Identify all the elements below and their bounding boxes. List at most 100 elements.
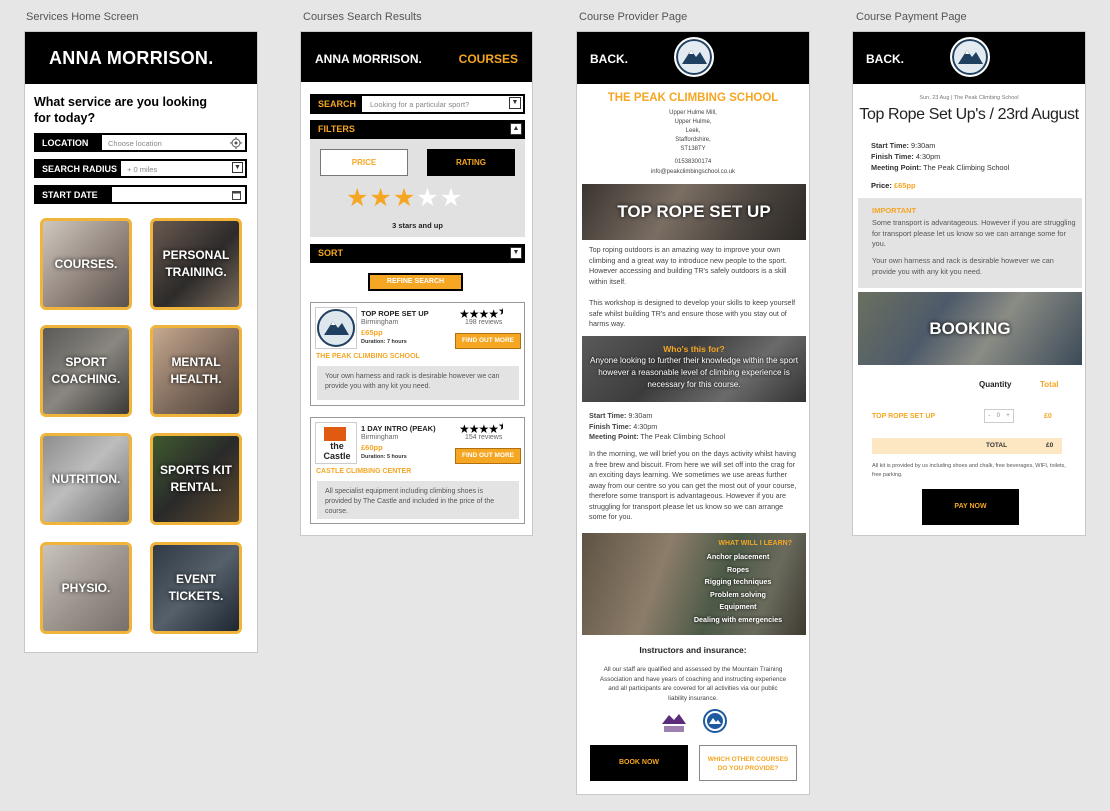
chevron-down-icon[interactable]: ▼ xyxy=(510,247,522,259)
important-text-2: Your own harness and rack is desirable h… xyxy=(872,256,1054,276)
back-button[interactable]: BACK. xyxy=(590,52,628,66)
tile-courses[interactable]: COURSES. xyxy=(40,218,132,310)
caption-payment: Course Payment Page xyxy=(856,11,967,23)
instructors-title: Instructors and insurance: xyxy=(639,645,747,655)
star-icon[interactable]: ★ xyxy=(346,184,369,212)
result-note: Your own harness and rack is desirable h… xyxy=(317,366,519,400)
breadcrumb: Sun, 23 Aug | The Peak Climbing School xyxy=(919,95,1019,101)
quantity-value: 0 xyxy=(996,413,1000,419)
tile-sport-coaching[interactable]: SPORT COACHING. xyxy=(40,325,132,417)
star-icon[interactable]: ★ xyxy=(416,184,439,212)
course-banner: TOP ROPE SET UP xyxy=(582,184,806,240)
rating-stars[interactable]: ★★★★★ xyxy=(346,185,463,211)
tile-personal-training[interactable]: PERSONAL TRAINING. xyxy=(150,218,242,310)
who-title: Who's this for? xyxy=(663,344,725,354)
chevron-down-icon[interactable]: ▼ xyxy=(509,97,521,109)
header-bar: ANNA MORRISON. COURSES xyxy=(301,32,532,82)
review-count: 154 reviews xyxy=(465,434,503,441)
schedule: Start Time: 9:30am Finish Time: 4:30pm M… xyxy=(871,141,1010,172)
location-input[interactable]: Choose location xyxy=(102,135,245,150)
brand-title[interactable]: ANNA MORRISON. xyxy=(315,52,422,82)
price-filter-button[interactable]: PRICE xyxy=(320,149,408,176)
star-icon[interactable]: ★ xyxy=(369,184,392,212)
chevron-down-icon[interactable]: ▼ xyxy=(232,162,243,173)
grand-total-row: TOTAL £0 xyxy=(872,438,1062,454)
star-icon[interactable]: ★ xyxy=(393,184,416,212)
caption-search: Courses Search Results xyxy=(303,11,422,23)
refine-search-button[interactable]: REFINE SEARCH xyxy=(368,273,463,291)
school-phone[interactable]: 01538300174 xyxy=(577,159,809,165)
result-duration: Duration: 5 hours xyxy=(361,454,407,460)
learn-list: Anchor placement Ropes Rigging techniques P… xyxy=(693,552,783,624)
tile-physio[interactable]: PHYSIO. xyxy=(40,542,132,634)
caption-home: Services Home Screen xyxy=(26,11,139,23)
tile-label: PERSONAL TRAINING. xyxy=(162,248,230,279)
castle-logo: the Castle xyxy=(315,422,357,464)
chevron-up-icon[interactable]: ▲ xyxy=(510,123,522,135)
sort-header[interactable]: SORT ▼ xyxy=(310,244,525,263)
tile-label: SPORT COACHING. xyxy=(51,355,121,386)
radius-label: SEARCH RADIUS xyxy=(36,161,121,176)
service-question: What service are you looking for today? xyxy=(34,95,207,125)
result-note: All specialist equipment including climb… xyxy=(317,481,519,519)
nav-courses[interactable]: COURSES xyxy=(459,52,518,82)
result-duration: Duration: 7 hours xyxy=(361,339,407,345)
schedule: Start Time: 9:30am Finish Time: 4:30pm M… xyxy=(589,411,726,441)
peak-logo xyxy=(315,307,357,349)
header-bar: ANNA MORRISON. xyxy=(25,32,257,84)
tile-mental-health[interactable]: MENTAL HEALTH. xyxy=(150,325,242,417)
result-card[interactable]: the Castle 1 DAY INTRO (PEAK) Birmingham… xyxy=(310,417,525,524)
search-bar[interactable]: SEARCH Looking for a particular sport? ▼ xyxy=(310,94,525,114)
school-name: THE PEAK CLIMBING SCHOOL xyxy=(607,92,779,104)
peak-logo xyxy=(674,37,714,77)
location-label: LOCATION xyxy=(36,135,102,150)
booking-title: BOOKING xyxy=(929,319,1011,338)
tile-label: MENTAL HEALTH. xyxy=(170,355,222,386)
target-icon[interactable] xyxy=(230,137,242,149)
quantity-stepper[interactable]: -0 + xyxy=(984,409,1014,423)
find-out-more-button[interactable]: FIND OUT MORE xyxy=(455,333,521,349)
important-title: IMPORTANT xyxy=(872,206,917,215)
rating-filter-button[interactable]: RATING xyxy=(427,149,515,176)
mountain-training-logo xyxy=(661,710,687,734)
result-city: Birmingham xyxy=(361,319,399,326)
book-now-button[interactable]: BOOK NOW xyxy=(590,745,688,781)
find-out-more-button[interactable]: FIND OUT MORE xyxy=(455,448,521,464)
result-card[interactable]: TOP ROPE SET UP Birmingham £65pp Duratio… xyxy=(310,302,525,406)
location-field[interactable]: LOCATION Choose location xyxy=(34,133,247,152)
search-radius-field[interactable]: SEARCH RADIUS + 0 miles ▼ xyxy=(34,159,247,178)
intro-paragraph: Top roping outdoors is an amazing way to… xyxy=(589,245,787,286)
caption-provider: Course Provider Page xyxy=(579,11,688,23)
result-city: Birmingham xyxy=(361,434,399,441)
tile-nutrition[interactable]: NUTRITION. xyxy=(40,433,132,525)
result-title[interactable]: 1 DAY INTRO (PEAK) xyxy=(361,424,436,433)
start-date-field[interactable]: START DATE xyxy=(34,185,247,204)
result-price: £65pp xyxy=(361,328,383,337)
learn-title: WHAT WILL I LEARN? xyxy=(718,540,792,547)
minus-icon[interactable]: - xyxy=(988,413,990,419)
calendar-icon[interactable] xyxy=(232,190,241,200)
other-courses-button[interactable]: WHICH OTHER COURSES DO YOU PROVIDE? xyxy=(699,745,797,781)
services-home-screen: ANNA MORRISON. What service are you look… xyxy=(24,31,258,653)
filters-header[interactable]: FILTERS ▲ xyxy=(310,120,525,139)
back-button[interactable]: BACK. xyxy=(866,52,904,66)
search-input[interactable]: Looking for a particular sport? ▼ xyxy=(362,96,523,112)
result-title[interactable]: TOP ROPE SET UP xyxy=(361,309,429,318)
star-icon[interactable]: ★ xyxy=(440,184,463,212)
tile-sports-kit-rental[interactable]: SPORTS KIT RENTAL. xyxy=(150,433,242,525)
ami-logo xyxy=(703,709,727,733)
brand-title[interactable]: ANNA MORRISON. xyxy=(49,48,214,68)
tile-event-tickets[interactable]: EVENT TICKETS. xyxy=(150,542,242,634)
school-address: Upper Hulme Mill, Upper Hulme, Leek, Staffo… xyxy=(669,110,717,152)
provider-name[interactable]: CASTLE CLIMBING CENTER xyxy=(316,468,411,475)
start-date-input[interactable] xyxy=(112,187,245,202)
school-email[interactable]: info@peakclimbingschool.co.uk xyxy=(577,169,809,175)
pay-now-button[interactable]: PAY NOW xyxy=(922,489,1019,525)
radius-select[interactable]: + 0 miles ▼ xyxy=(121,161,245,176)
plus-icon[interactable]: + xyxy=(1006,413,1010,419)
course-provider-screen: BACK. THE PEAK CLIMBING SCHOOL Upper Hul… xyxy=(576,31,810,795)
peak-logo xyxy=(950,37,990,77)
provider-name[interactable]: THE PEAK CLIMBING SCHOOL xyxy=(316,353,420,360)
page-title: Top Rope Set Up's / 23rd August xyxy=(859,106,1079,123)
booking-banner: BOOKING xyxy=(858,292,1082,365)
